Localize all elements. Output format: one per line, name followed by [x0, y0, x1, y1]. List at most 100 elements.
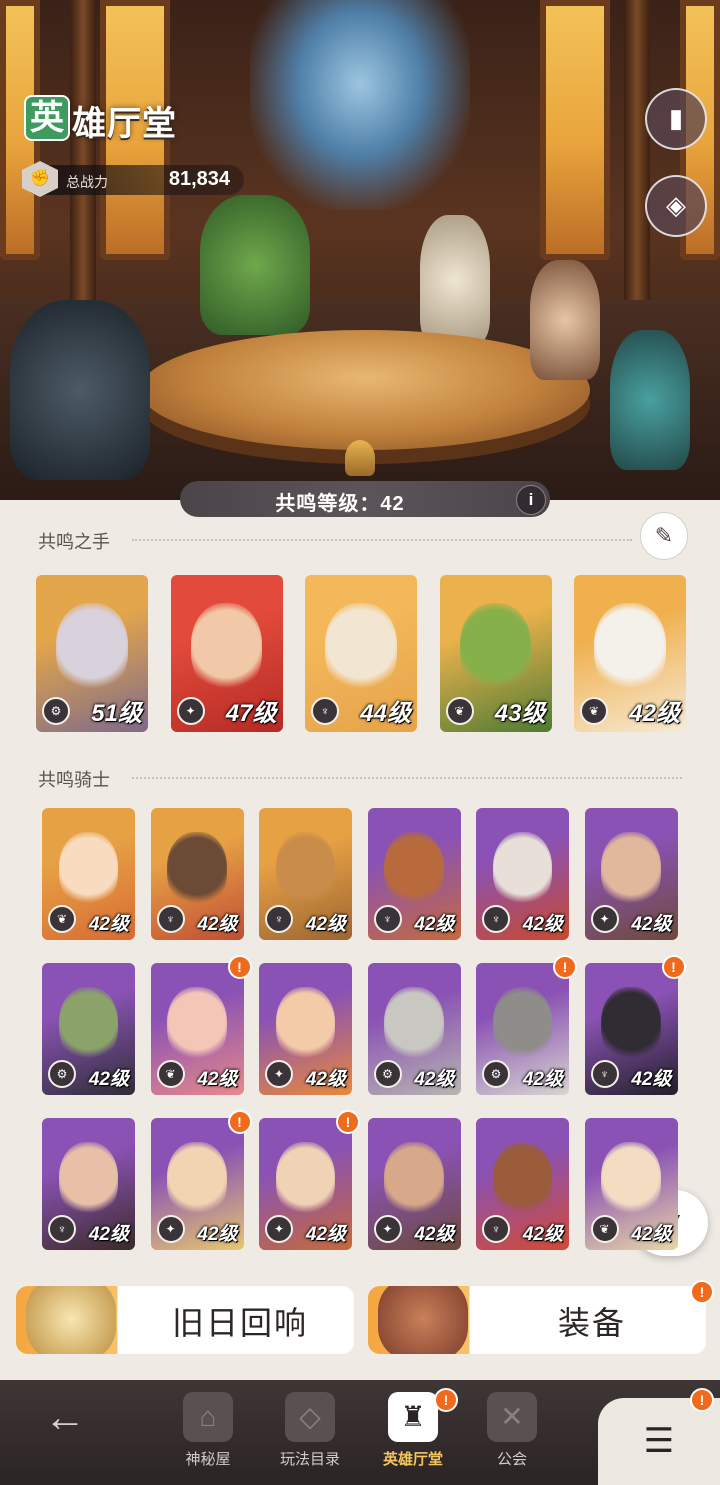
hero-card[interactable]: ❦ 42级 — [574, 575, 686, 732]
class-icon: ⚙ — [482, 1060, 510, 1088]
hero-card[interactable]: ⚙ 42级 — [476, 963, 569, 1095]
page-title-badge: 英 — [26, 97, 68, 139]
hero-level: 42级 — [631, 914, 672, 935]
book-icon: ▮ — [668, 103, 684, 133]
hero-card[interactable]: ✦ 42级 — [259, 1118, 352, 1250]
class-icon: ⚙ — [48, 1060, 76, 1088]
info-button[interactable]: i — [516, 485, 546, 515]
hero-card[interactable]: ♆ 42级 — [42, 1118, 135, 1250]
back-button[interactable]: ← — [20, 1380, 110, 1485]
hero-face — [275, 986, 336, 1064]
hero-card[interactable]: ♆ 44级 — [305, 575, 417, 732]
hero-card[interactable]: ♆ 42级 — [476, 808, 569, 940]
hero-card[interactable]: ♆ 42级 — [367, 808, 461, 940]
class-icon: ♆ — [373, 905, 402, 933]
stained-window — [540, 0, 610, 260]
quill-icon: ✎ — [654, 523, 674, 548]
hero-card[interactable]: ⚙ 42级 — [42, 963, 135, 1095]
hero-character[interactable] — [610, 330, 690, 470]
hero-card[interactable]: ✦ 42级 — [150, 1118, 244, 1250]
hero-face — [167, 986, 227, 1064]
nav-mystery-house[interactable]: ⌂ 神秘屋 — [168, 1380, 248, 1485]
divider — [132, 539, 632, 541]
hero-card[interactable]: ✦ 42级 — [259, 963, 352, 1095]
hero-card[interactable]: ⚙ 42级 — [367, 963, 461, 1095]
class-icon: ❦ — [445, 697, 474, 725]
hero-card[interactable]: ❦ 42级 — [42, 808, 135, 940]
book-button[interactable]: ▮ — [645, 88, 707, 150]
armor-button[interactable]: ◈ — [645, 175, 707, 237]
house-icon: ⌂ — [183, 1392, 233, 1442]
hero-face — [601, 986, 661, 1064]
hero-card[interactable]: ❦ 42级 — [150, 963, 244, 1095]
hero-card[interactable]: ✦ 42级 — [367, 1118, 461, 1250]
nav-label: 公会 — [496, 1451, 527, 1468]
hero-level: 42级 — [305, 1069, 346, 1090]
armor-icon: ◈ — [666, 190, 686, 220]
hero-face — [167, 831, 227, 909]
hero-face — [58, 831, 119, 909]
hero-face — [167, 1141, 227, 1219]
hall-scene — [0, 0, 720, 500]
section-title-hands: 共鸣之手 — [38, 532, 110, 552]
hero-level: 42级 — [631, 1069, 672, 1090]
class-icon: ❦ — [48, 905, 76, 933]
class-icon: ✦ — [590, 905, 619, 933]
class-icon: ♆ — [482, 905, 510, 933]
hero-card[interactable]: ✦ 47级 — [170, 575, 283, 732]
class-icon: ♆ — [265, 905, 293, 933]
hero-card[interactable]: ❦ 42级 — [584, 1118, 678, 1250]
alert-badge: ! — [336, 1110, 360, 1134]
nav-label: 英雄厅堂 — [382, 1451, 443, 1468]
resonance-level-bar: 共鸣等级：42 i — [180, 481, 550, 517]
quill-button[interactable]: ✎ — [640, 512, 688, 560]
equipment-button[interactable]: 装备 — [368, 1286, 706, 1354]
alert-badge: ! — [690, 1280, 714, 1304]
class-icon: ❦ — [580, 697, 608, 725]
hero-character[interactable] — [10, 300, 150, 480]
back-arrow-icon: ← — [44, 1393, 86, 1440]
class-icon: ⚙ — [373, 1060, 402, 1088]
class-icon: ❦ — [156, 1060, 185, 1088]
hero-level: 44级 — [360, 700, 411, 727]
helmet-emblem-icon — [345, 440, 375, 476]
hero-character[interactable] — [420, 215, 490, 345]
hero-level: 42级 — [197, 1224, 238, 1245]
nav-guild[interactable]: ✕ 公会 — [472, 1380, 552, 1485]
hero-card[interactable]: ⚙ 51级 — [36, 575, 148, 732]
hero-card[interactable]: ♆ 42级 — [259, 808, 352, 940]
hero-level: 42级 — [414, 914, 455, 935]
nav-play-catalog[interactable]: ◇ 玩法目录 — [268, 1380, 352, 1485]
hero-level: 42级 — [305, 1224, 346, 1245]
class-icon: ♆ — [48, 1215, 76, 1243]
hero-level: 42级 — [88, 1069, 129, 1090]
total-power: ✊ 总战力 81,834 — [22, 161, 244, 197]
alert-badge: ! — [553, 955, 577, 979]
nav-label: 玩法目录 — [279, 1451, 340, 1468]
echo-button[interactable]: 旧日回响 — [16, 1286, 354, 1354]
hero-face — [384, 1141, 444, 1219]
hero-face — [190, 603, 263, 695]
hero-face — [58, 986, 119, 1064]
section-title-knights: 共鸣骑士 — [38, 770, 110, 790]
hero-face — [459, 603, 532, 695]
hero-card[interactable]: ✦ 42级 — [584, 808, 678, 940]
hero-card[interactable]: ❦ 43级 — [439, 575, 552, 732]
page-title: 雄厅堂 — [72, 105, 177, 143]
hero-character[interactable] — [200, 195, 310, 335]
hero-face — [492, 1141, 553, 1219]
hero-face — [275, 1141, 336, 1219]
menu-icon: ☰ — [643, 1422, 675, 1460]
hero-level: 51级 — [91, 700, 142, 727]
alert-badge: ! — [661, 955, 686, 979]
knight-helmet-icon: ♜ — [388, 1392, 438, 1442]
hero-card[interactable]: ♆ 42级 — [584, 963, 678, 1095]
hero-card[interactable]: ♆ 42级 — [150, 808, 244, 940]
hero-character[interactable] — [530, 260, 600, 380]
class-icon: ♆ — [311, 697, 339, 725]
hero-level: 47级 — [225, 700, 277, 727]
echo-label: 旧日回响 — [171, 1304, 308, 1342]
resonance-level: 共鸣等级：42 — [275, 493, 405, 515]
hero-level: 42级 — [631, 1224, 672, 1245]
hero-card[interactable]: ♆ 42级 — [476, 1118, 569, 1250]
